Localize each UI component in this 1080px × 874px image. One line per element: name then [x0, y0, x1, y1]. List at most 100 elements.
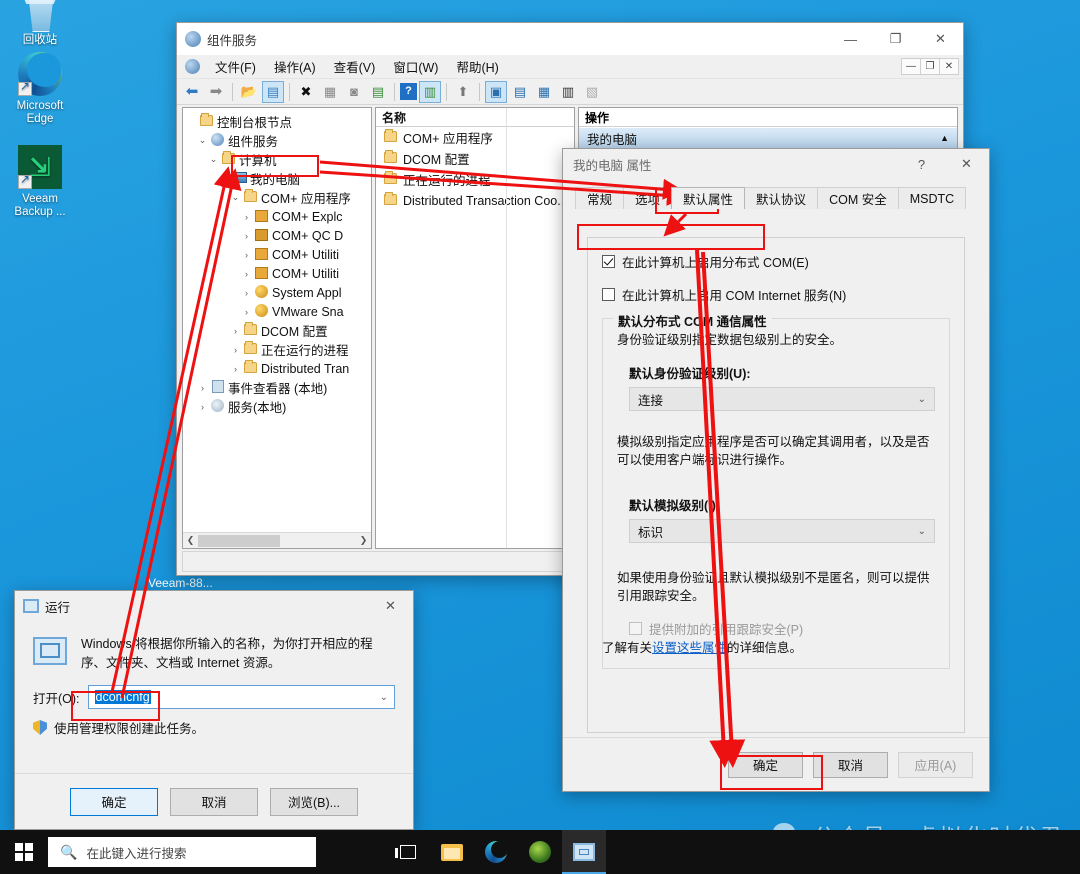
tree-twisty[interactable]: ⌄ — [196, 135, 209, 146]
filter-icon[interactable]: ▧ — [581, 81, 603, 103]
up-folder-icon[interactable]: 📂 — [238, 81, 260, 103]
run-open-input[interactable]: dcomcnfg ⌄ — [87, 685, 395, 709]
delete-icon[interactable]: ✖ — [295, 81, 317, 103]
tab-0[interactable]: 常规 — [575, 187, 625, 209]
enable-dcom-checkbox[interactable] — [602, 255, 615, 268]
props-title-bar[interactable]: 我的电脑 属性 ? ✕ — [563, 149, 989, 179]
file-explorer-button[interactable] — [430, 830, 474, 874]
tree-item-10[interactable]: › VMware Sna — [183, 302, 371, 321]
list-row[interactable]: COM+ 应用程序 — [376, 127, 574, 148]
tree-item-2[interactable]: ⌄ 计算机 — [183, 150, 371, 169]
component-services-taskbar-button[interactable] — [562, 830, 606, 874]
tree-item-11[interactable]: › DCOM 配置 — [183, 321, 371, 340]
tree-item-5[interactable]: › COM+ Explc — [183, 207, 371, 226]
refresh-icon[interactable]: ◙ — [343, 81, 365, 103]
tree-item-14[interactable]: › 事件查看器 (本地) — [183, 378, 371, 397]
desktop-icon-recycle-bin[interactable]: 回收站 — [2, 0, 78, 47]
tree-item-8[interactable]: › COM+ Utiliti — [183, 264, 371, 283]
tree-twisty[interactable]: › — [196, 383, 209, 393]
settings-properties-link[interactable]: 设置这些属性 — [652, 641, 727, 655]
tree-twisty[interactable]: › — [240, 250, 253, 260]
result-list-pane[interactable]: 名称 COM+ 应用程序 DCOM 配置 正在运行的进程 Distributed Tr… — [375, 107, 575, 549]
ok-button[interactable]: 确定 — [728, 751, 803, 778]
mdi-restore-button[interactable]: ❐ — [920, 58, 940, 75]
scroll-left-icon[interactable]: ❮ — [183, 535, 198, 546]
mdi-close-button[interactable]: ✕ — [939, 58, 959, 75]
list-view-icon[interactable]: ▦ — [533, 81, 555, 103]
tree-hscrollbar[interactable]: ❮ ❯ — [183, 532, 371, 548]
tab-1[interactable]: 选项 — [623, 187, 673, 209]
tab-5[interactable]: MSDTC — [897, 187, 967, 209]
tree-twisty[interactable]: › — [229, 345, 242, 355]
veeam-taskbar-button[interactable] — [518, 830, 562, 874]
tree-item-4[interactable]: ⌄ COM+ 应用程序 — [183, 188, 371, 207]
tree-item-0[interactable]: 控制台根节点 — [183, 112, 371, 131]
tab-4[interactable]: COM 安全 — [817, 187, 899, 209]
run-ok-button[interactable]: 确定 — [70, 787, 158, 816]
run-close-button[interactable]: ✕ — [368, 591, 413, 622]
auth-level-dropdown[interactable]: 连接 ⌄ — [629, 387, 935, 411]
list-column-header[interactable]: 名称 — [376, 108, 574, 548]
props-close-button[interactable]: ✕ — [944, 149, 989, 180]
list-row[interactable]: Distributed Transaction Coo... — [376, 190, 574, 211]
mdi-minimize-button[interactable]: — — [901, 58, 921, 75]
tree-twisty[interactable]: ⌄ — [229, 192, 242, 203]
tree-twisty[interactable]: › — [240, 231, 253, 241]
mmc-maximize-button[interactable]: ❐ — [873, 24, 918, 55]
chevron-down-icon[interactable]: ⌄ — [380, 692, 388, 703]
properties-icon[interactable]: ▦ — [319, 81, 341, 103]
show-action-pane-icon[interactable]: ▥ — [419, 80, 441, 103]
tree-twisty[interactable]: › — [240, 212, 253, 222]
mmc-close-button[interactable]: ✕ — [918, 24, 963, 55]
large-icons-icon[interactable]: ▣ — [485, 80, 507, 103]
tree-item-1[interactable]: ⌄ 组件服务 — [183, 131, 371, 150]
tree-item-15[interactable]: › 服务(本地) — [183, 397, 371, 416]
mmc-minimize-button[interactable]: — — [828, 24, 873, 55]
enable-com-internet-services-checkbox[interactable] — [602, 288, 615, 301]
enable-dcom-row[interactable]: 在此计算机上启用分布式 COM(E) — [602, 252, 950, 271]
task-view-button[interactable] — [386, 830, 430, 874]
tree-item-6[interactable]: › COM+ QC D — [183, 226, 371, 245]
chevron-up-icon[interactable]: ▲ — [940, 133, 949, 143]
scroll-right-icon[interactable]: ❯ — [356, 535, 371, 546]
console-tree-pane[interactable]: 控制台根节点 ⌄ 组件服务 ⌄ 计算机 ⌄ 我的电脑 ⌄ COM+ 应用程序 › COM+ Expl… — [182, 107, 372, 549]
action-pane-item-my-computer[interactable]: 我的电脑 ▲ — [579, 127, 957, 149]
export-list-icon[interactable]: ▤ — [367, 81, 389, 103]
run-cancel-button[interactable]: 取消 — [170, 787, 258, 816]
menu-file[interactable]: 文件(F) — [206, 55, 265, 78]
search-input[interactable]: 🔍 在此键入进行搜索 — [48, 837, 316, 867]
list-row[interactable]: 正在运行的进程 — [376, 169, 574, 190]
tree-twisty[interactable]: › — [240, 269, 253, 279]
impersonation-level-dropdown[interactable]: 标识 ⌄ — [629, 519, 935, 543]
tree-twisty[interactable]: › — [229, 364, 242, 374]
enable-com-internet-services-row[interactable]: 在此计算机上启用 COM Internet 服务(N) — [602, 285, 950, 304]
desktop-icon-microsoft-edge[interactable]: Microsoft Edge — [2, 52, 78, 126]
props-help-button[interactable]: ? — [899, 149, 944, 180]
tree-item-9[interactable]: › System Appl — [183, 283, 371, 302]
menu-view[interactable]: 查看(V) — [325, 55, 385, 78]
menu-window[interactable]: 窗口(W) — [384, 55, 447, 78]
mmc-title-bar[interactable]: 组件服务 — ❐ ✕ — [177, 23, 963, 55]
desktop-icon-veeam-backup[interactable]: ⇲ Veeam Backup ... — [2, 145, 78, 219]
tree-item-3[interactable]: ⌄ 我的电脑 — [183, 169, 371, 188]
tree-item-13[interactable]: › Distributed Tran — [183, 359, 371, 378]
tree-twisty[interactable]: › — [240, 288, 253, 298]
help-icon[interactable]: ? — [400, 83, 417, 100]
tree-twisty[interactable]: ⌄ — [207, 154, 220, 165]
forward-icon[interactable]: ➡ — [205, 81, 227, 103]
tree-twisty[interactable]: ⌄ — [218, 173, 231, 184]
tab-3[interactable]: 默认协议 — [744, 187, 819, 209]
tab-2[interactable]: 默认属性 — [671, 187, 746, 209]
list-row[interactable]: DCOM 配置 — [376, 148, 574, 169]
scroll-thumb[interactable] — [198, 534, 280, 547]
start-button[interactable] — [0, 830, 48, 874]
detail-view-icon[interactable]: ▥ — [557, 81, 579, 103]
new-window-icon[interactable]: ⬆ — [452, 81, 474, 103]
edge-taskbar-button[interactable] — [474, 830, 518, 874]
tree-twisty[interactable]: › — [229, 326, 242, 336]
show-console-tree-icon[interactable]: ▤ — [262, 80, 284, 103]
tree-twisty[interactable]: › — [240, 307, 253, 317]
small-icons-icon[interactable]: ▤ — [509, 81, 531, 103]
tree-twisty[interactable]: › — [196, 402, 209, 412]
tree-item-7[interactable]: › COM+ Utiliti — [183, 245, 371, 264]
